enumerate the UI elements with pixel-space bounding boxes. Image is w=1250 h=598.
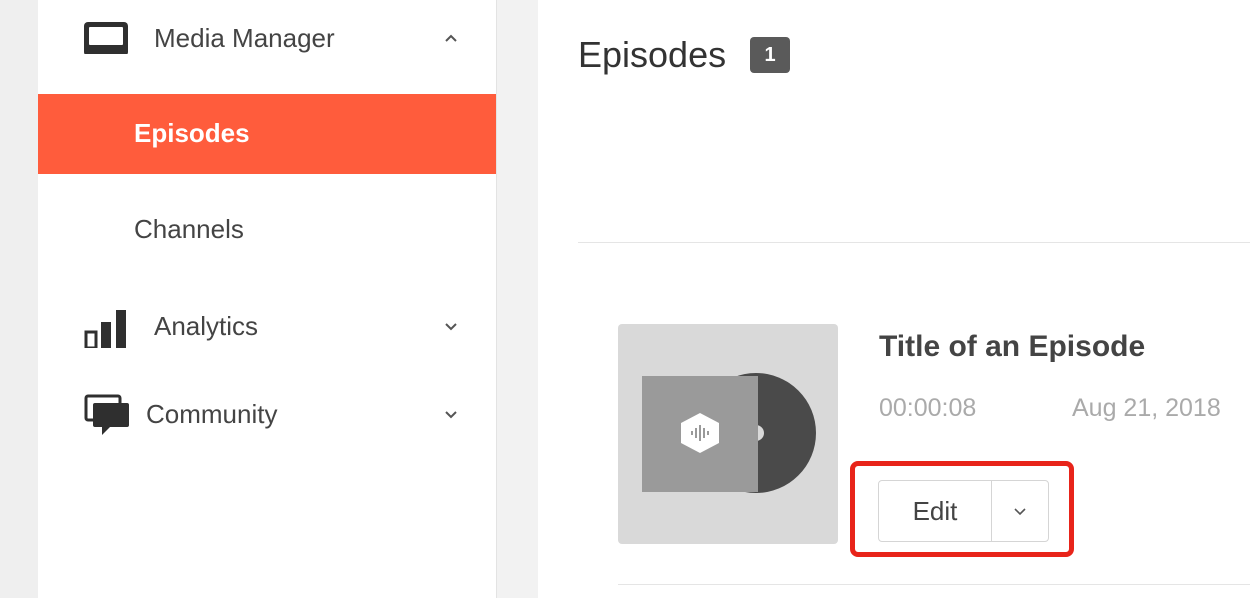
nav-section-label: Analytics bbox=[154, 310, 259, 341]
sidebar-item-label: Channels bbox=[134, 214, 244, 244]
chat-bubbles-icon bbox=[84, 394, 132, 435]
episode-duration: 00:00:08 bbox=[879, 394, 977, 422]
highlight-annotation bbox=[850, 461, 1074, 557]
bar-chart-icon bbox=[84, 310, 132, 350]
sidebar-gap bbox=[497, 0, 538, 598]
page-title: Episodes bbox=[578, 34, 727, 75]
episode-thumbnail[interactable] bbox=[618, 324, 838, 544]
vinyl-record-icon bbox=[642, 373, 816, 493]
nav-section-media-manager[interactable]: Media Manager bbox=[38, 8, 496, 68]
divider bbox=[618, 584, 1250, 585]
chevron-down-icon[interactable] bbox=[440, 315, 462, 337]
episode-count-badge: 1 bbox=[750, 37, 790, 73]
sidebar-item-episodes[interactable]: Episodes bbox=[38, 94, 496, 174]
chevron-down-icon[interactable] bbox=[440, 403, 462, 425]
nav-section-label: Community bbox=[146, 398, 278, 429]
main-content: Episodes 1 Title of an Episode 00:00:08 … bbox=[538, 0, 1250, 598]
sidebar-item-channels[interactable]: Channels bbox=[38, 190, 496, 270]
left-gutter bbox=[0, 0, 38, 598]
nav-section-community[interactable]: Community bbox=[38, 384, 496, 444]
nav-section-analytics[interactable]: Analytics bbox=[38, 296, 496, 356]
sidebar-item-label: Episodes bbox=[134, 118, 250, 148]
episode-title[interactable]: Title of an Episode bbox=[879, 330, 1145, 364]
divider bbox=[578, 242, 1250, 243]
nav-section-label: Media Manager bbox=[154, 22, 335, 53]
inbox-icon bbox=[84, 22, 132, 56]
sidebar: Media Manager Episodes Channels Analytic… bbox=[38, 0, 497, 598]
episode-date: Aug 21, 2018 bbox=[1072, 394, 1221, 422]
chevron-up-icon[interactable] bbox=[440, 27, 462, 49]
